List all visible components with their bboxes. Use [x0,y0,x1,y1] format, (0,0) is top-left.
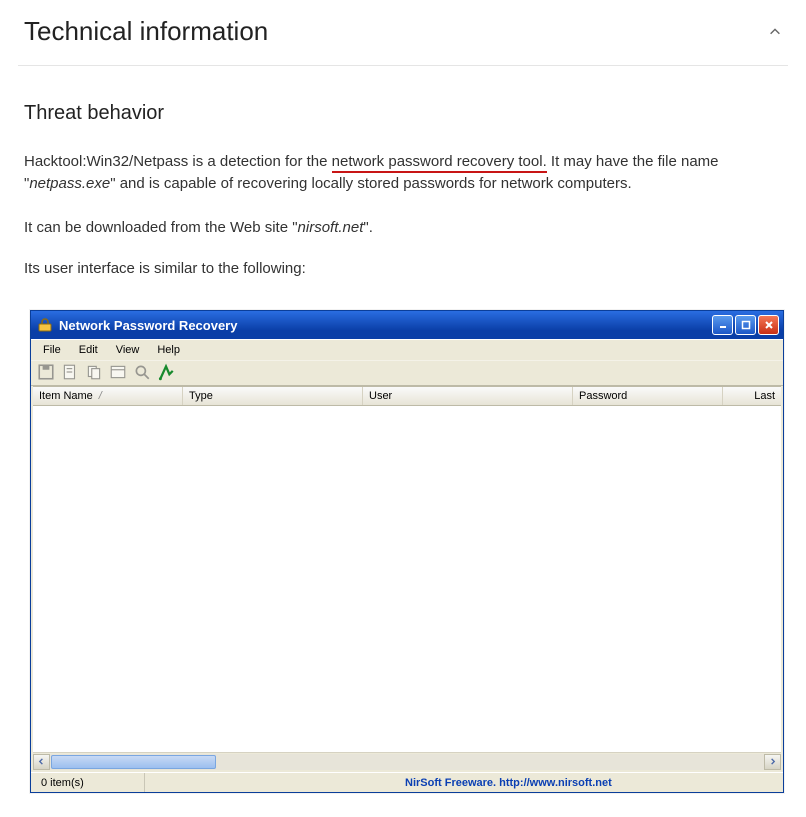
p2-suffix: ". [363,219,373,236]
scroll-track[interactable] [50,754,764,770]
toolbar [31,360,783,386]
threat-behavior-heading: Threat behavior [24,102,782,125]
scroll-left-button[interactable] [33,754,50,770]
maximize-button[interactable] [735,315,756,335]
menu-help[interactable]: Help [149,342,188,358]
sort-indicator: / [99,390,102,402]
col-item-name[interactable]: Item Name/ [33,387,183,405]
horizontal-scrollbar[interactable] [33,752,781,770]
filename-italic: netpass.exe [29,175,110,192]
run-icon[interactable] [157,363,175,381]
find-icon[interactable] [133,363,151,381]
scroll-thumb[interactable] [51,755,216,769]
status-item-count: 0 item(s) [35,773,145,792]
statusbar: 0 item(s) NirSoft Freeware. http://www.n… [31,772,783,792]
col-user[interactable]: User [363,387,573,405]
sheet-icon[interactable] [61,363,79,381]
column-headers[interactable]: Item Name/ Type User Password Last [33,386,781,406]
app-icon [37,317,53,333]
copy-icon[interactable] [85,363,103,381]
section-title: Technical information [24,16,268,47]
list-view[interactable]: Item Name/ Type User Password Last [31,386,783,772]
website-italic: nirsoft.net [298,219,364,236]
menu-view[interactable]: View [108,342,148,358]
p1-suffix-2: " and is capable of recovering locally s… [110,175,631,192]
app-window: Network Password Recovery File Edit View… [30,310,784,793]
titlebar[interactable]: Network Password Recovery [31,311,783,339]
p2-prefix: It can be downloaded from the Web site " [24,219,298,236]
p1-prefix: Hacktool:Win32/Netpass is a detection fo… [24,153,332,170]
col-type[interactable]: Type [183,387,363,405]
chevron-up-icon [768,25,782,39]
description-paragraph-2: It can be downloaded from the Web site "… [24,217,782,239]
description-paragraph-3: Its user interface is similar to the fol… [24,258,782,280]
list-body-empty [33,406,781,752]
minimize-button[interactable] [712,315,733,335]
col-password[interactable]: Password [573,387,723,405]
properties-icon[interactable] [109,363,127,381]
scroll-right-button[interactable] [764,754,781,770]
section-header[interactable]: Technical information [18,16,788,66]
close-button[interactable] [758,315,779,335]
underlined-phrase: network password recovery tool. [332,153,547,170]
menu-file[interactable]: File [35,342,69,358]
red-underline-annotation [332,171,547,173]
description-paragraph-1: Hacktool:Win32/Netpass is a detection fo… [24,151,782,195]
menubar: File Edit View Help [31,339,783,360]
status-freeware-link[interactable]: NirSoft Freeware. http://www.nirsoft.net [145,777,779,789]
menu-edit[interactable]: Edit [71,342,106,358]
save-icon[interactable] [37,363,55,381]
col-last[interactable]: Last [723,387,781,405]
window-title: Network Password Recovery [59,318,237,333]
